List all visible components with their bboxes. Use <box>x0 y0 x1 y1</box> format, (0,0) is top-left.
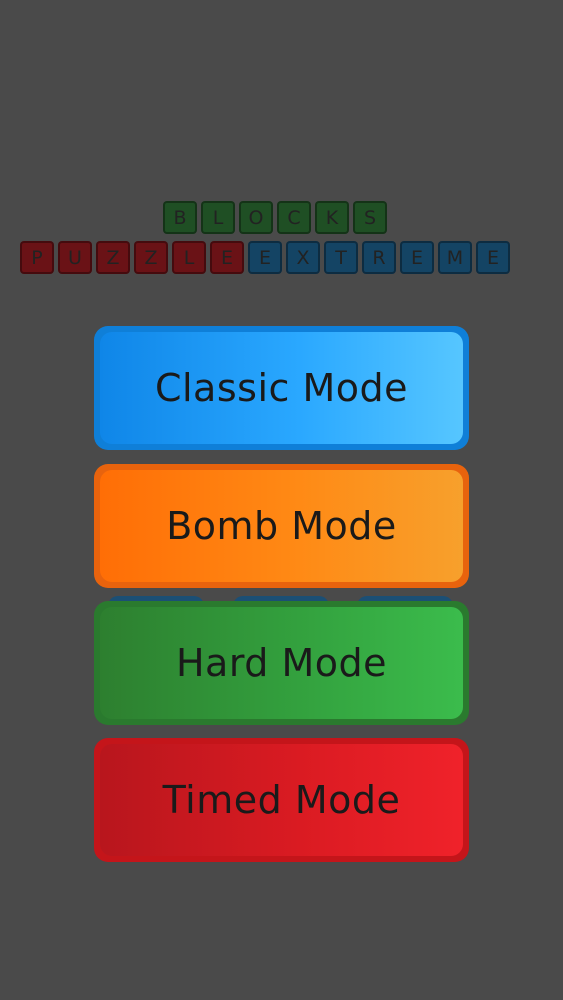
title-tile: K <box>315 201 349 234</box>
title-puzzle-extreme-row: P U Z Z L E E X T R E M E <box>20 241 514 274</box>
timed-mode-label: Timed Mode <box>162 778 401 822</box>
title-tile: X <box>286 241 320 274</box>
title-tile: Z <box>134 241 168 274</box>
title-tile: E <box>400 241 434 274</box>
title-tile: Z <box>96 241 130 274</box>
bomb-mode-button[interactable]: Bomb Mode <box>94 464 469 588</box>
title-tile: S <box>353 201 387 234</box>
title-tile: O <box>239 201 273 234</box>
classic-mode-button[interactable]: Classic Mode <box>94 326 469 450</box>
title-tile: L <box>201 201 235 234</box>
title-blocks-row: B L O C K S <box>163 201 391 234</box>
classic-mode-label: Classic Mode <box>154 366 409 410</box>
timed-mode-button[interactable]: Timed Mode <box>94 738 469 862</box>
title-tile: C <box>277 201 311 234</box>
title-tile: T <box>324 241 358 274</box>
title-tile: E <box>248 241 282 274</box>
title-tile: L <box>172 241 206 274</box>
title-tile: R <box>362 241 396 274</box>
bomb-mode-label: Bomb Mode <box>166 504 397 548</box>
title-tile: B <box>163 201 197 234</box>
title-tile: E <box>210 241 244 274</box>
title-tile: M <box>438 241 472 274</box>
title-tile: U <box>58 241 92 274</box>
hard-mode-button[interactable]: Hard Mode <box>94 601 469 725</box>
hard-mode-label: Hard Mode <box>175 641 388 685</box>
title-tile: E <box>476 241 510 274</box>
title-tile: P <box>20 241 54 274</box>
